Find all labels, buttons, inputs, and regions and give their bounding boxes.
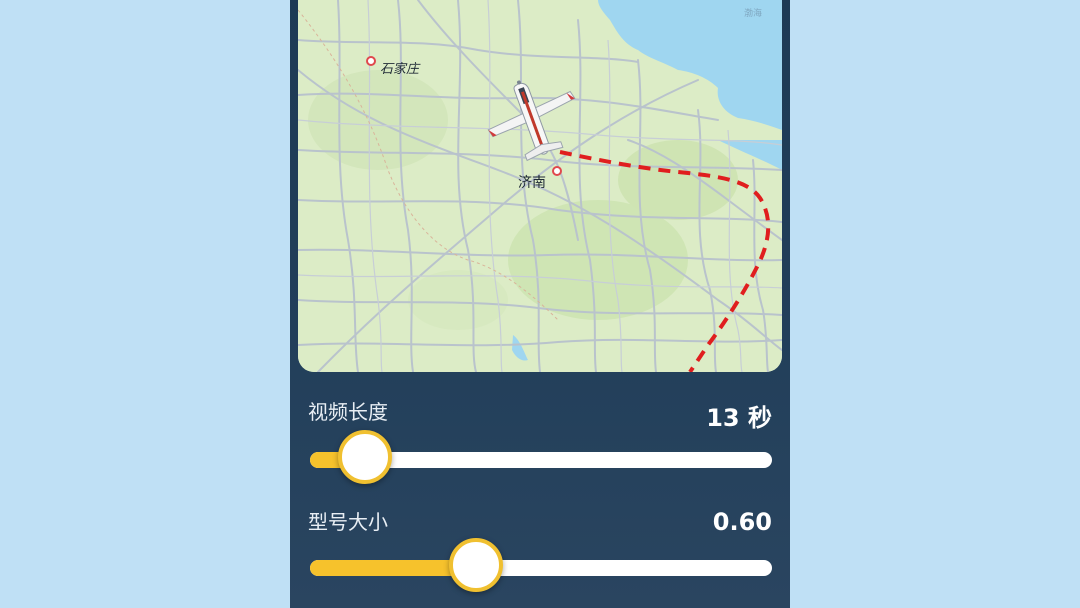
video-length-value: 13 秒 bbox=[706, 404, 772, 432]
city-label-jinan: 济南 bbox=[518, 175, 546, 191]
model-size-label: 型号大小 bbox=[308, 510, 388, 534]
model-size-value: 0.60 bbox=[712, 508, 772, 536]
route-map[interactable]: 渤海 石家庄 济南 bbox=[298, 0, 782, 372]
city-label-shijiazhuang: 石家庄 bbox=[380, 62, 420, 77]
city-marker-icon bbox=[552, 166, 562, 176]
phone-screen: 渤海 石家庄 济南 视频长度 13 秒 型号大小 0.60 bbox=[290, 0, 790, 608]
video-length-label: 视频长度 bbox=[308, 400, 388, 424]
settings-panel: 视频长度 13 秒 型号大小 0.60 bbox=[290, 372, 790, 608]
airplane-icon bbox=[487, 80, 576, 162]
video-length-slider[interactable] bbox=[310, 430, 772, 484]
slider-thumb[interactable] bbox=[338, 430, 392, 484]
slider-thumb[interactable] bbox=[449, 538, 503, 592]
model-size-slider[interactable] bbox=[310, 538, 772, 592]
city-marker-icon bbox=[366, 56, 376, 66]
sea-label: 渤海 bbox=[744, 9, 763, 19]
